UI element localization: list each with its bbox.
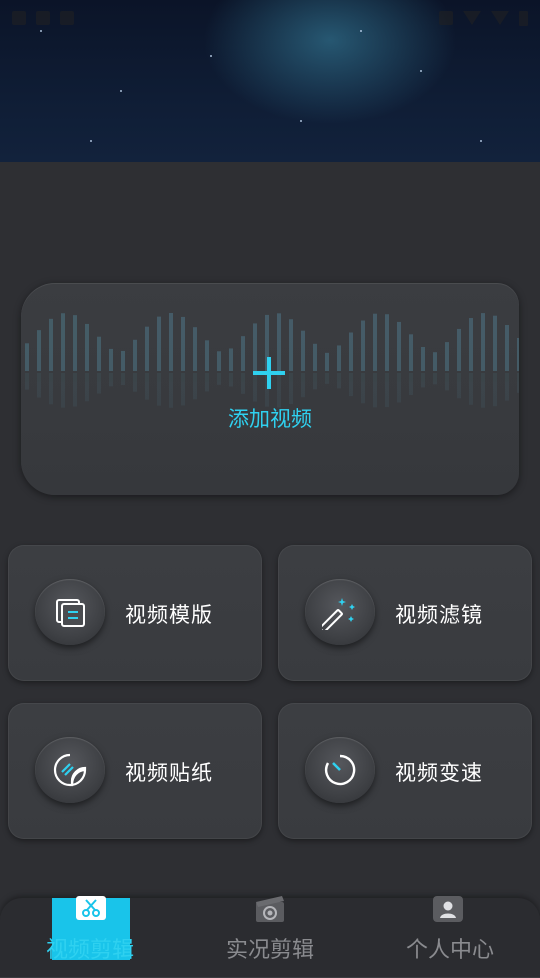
- bottom-tab-bar: 视频剪辑 实况剪辑 个人中心: [0, 896, 540, 978]
- feature-label: 视频变速: [395, 761, 483, 785]
- wifi-icon: [463, 11, 481, 25]
- feature-label: 视频模版: [125, 603, 213, 627]
- feature-label: 视频贴纸: [125, 761, 213, 785]
- speed-dial-icon: [305, 737, 375, 803]
- tab-video-edit[interactable]: 视频剪辑: [0, 896, 180, 963]
- tab-label: 实况剪辑: [225, 938, 314, 963]
- tab-profile[interactable]: 个人中心: [360, 896, 540, 963]
- tab-live-edit[interactable]: 实况剪辑: [180, 896, 360, 963]
- feature-label: 视频滤镜: [395, 603, 483, 627]
- person-icon: [433, 896, 463, 922]
- add-video-card[interactable]: 添加视频: [21, 283, 519, 495]
- tab-label: 视频剪辑: [45, 938, 134, 963]
- notification-icon: [60, 11, 74, 25]
- sticker-icon: [35, 737, 105, 803]
- battery-icon: [519, 10, 528, 26]
- add-video-label: 添加视频: [228, 407, 312, 431]
- header-banner: [0, 0, 540, 162]
- feature-video-filter[interactable]: 视频滤镜: [278, 545, 532, 681]
- add-plus-icon: [253, 357, 285, 389]
- feature-video-sticker[interactable]: 视频贴纸: [8, 703, 262, 839]
- tab-label: 个人中心: [405, 938, 494, 963]
- feature-video-speed[interactable]: 视频变速: [278, 703, 532, 839]
- camera-icon: [439, 11, 453, 25]
- notification-icon: [36, 11, 50, 25]
- live-clip-icon: [256, 896, 284, 922]
- feature-video-template[interactable]: 视频模版: [8, 545, 262, 681]
- status-bar: [0, 0, 540, 36]
- signal-icon: [491, 11, 509, 25]
- scissors-film-icon: [76, 896, 106, 920]
- notification-icon: [12, 11, 26, 25]
- magic-wand-icon: [305, 579, 375, 645]
- template-icon: [35, 579, 105, 645]
